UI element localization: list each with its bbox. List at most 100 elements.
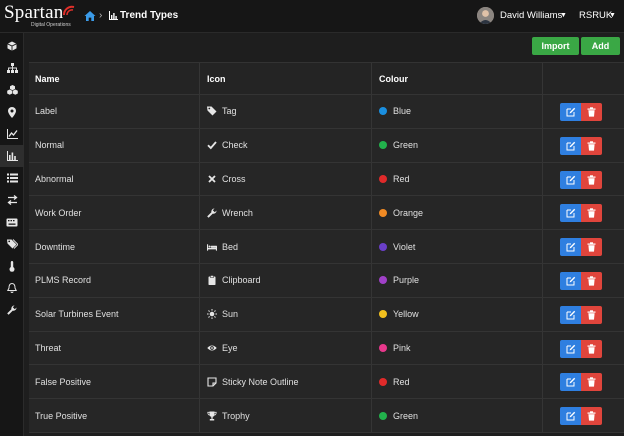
trend-type-colour-label: Orange [393, 207, 424, 218]
edit-button[interactable] [560, 103, 581, 121]
tags-icon [6, 239, 18, 249]
trend-type-name: True Positive [35, 410, 88, 421]
trend-type-name: PLMS Record [35, 275, 92, 286]
tag-icon [207, 106, 222, 116]
edit-icon [566, 411, 575, 421]
column-header-icon[interactable]: Icon [207, 63, 226, 94]
delete-button[interactable] [581, 271, 602, 290]
breadcrumb-separator-icon: › [99, 10, 103, 21]
edit-button[interactable] [560, 407, 581, 426]
table-row: True Positive Trophy Green [29, 399, 624, 433]
sidebar-item-trend-types[interactable] [0, 145, 24, 167]
sidebar-item-line-chart[interactable] [0, 123, 24, 145]
import-button[interactable]: Import [532, 37, 579, 55]
caret-down-icon[interactable]: ▼ [560, 11, 567, 21]
delete-button[interactable] [581, 238, 602, 257]
trend-type-colour-cell: Yellow [379, 298, 419, 331]
sitemap-icon [6, 63, 18, 73]
delete-button[interactable] [581, 136, 602, 155]
column-header-colour[interactable]: Colour [379, 63, 408, 94]
column-divider [542, 63, 543, 94]
list-icon [6, 173, 18, 183]
page-title: Trend Types [120, 10, 179, 21]
sidebar-item-sitemap[interactable] [0, 57, 24, 79]
trend-type-icon-cell: Cross [207, 163, 246, 196]
column-divider [542, 162, 543, 196]
row-actions [560, 136, 602, 155]
edit-icon [566, 107, 575, 117]
trash-icon [587, 276, 596, 286]
sidebar-item-cubes[interactable] [0, 79, 24, 101]
avatar[interactable] [477, 7, 494, 24]
edit-button[interactable] [560, 204, 581, 223]
trash-icon [587, 141, 596, 151]
bed-icon [207, 242, 222, 252]
sidebar-item-wrench[interactable] [0, 299, 24, 321]
table-body: Label Tag Blue Normal Check Green Abnormal Cros… [29, 95, 624, 433]
trend-type-name: Work Order [35, 207, 82, 218]
user-menu-label[interactable]: David Williams [500, 10, 562, 22]
edit-button[interactable] [560, 305, 581, 324]
edit-button[interactable] [560, 271, 581, 290]
column-divider [371, 128, 372, 162]
delete-button[interactable] [581, 339, 602, 358]
trend-type-colour-cell: Violet [379, 230, 415, 263]
colour-swatch [379, 310, 387, 319]
delete-button[interactable] [581, 103, 602, 121]
trend-type-name: Abnormal [35, 173, 74, 184]
cubes-icon [6, 85, 18, 95]
trend-type-icon-label: Sun [222, 309, 239, 320]
colour-swatch [379, 377, 387, 386]
trash-icon [587, 242, 596, 252]
logo[interactable]: Spartan Digital Operations [4, 3, 78, 29]
column-divider [199, 263, 200, 297]
edit-button[interactable] [560, 170, 581, 189]
caret-down-icon[interactable]: ▼ [609, 11, 616, 21]
table-row: Abnormal Cross Red [29, 162, 624, 197]
edit-button[interactable] [560, 136, 581, 155]
trend-type-colour-cell: Red [379, 365, 410, 398]
trend-type-name: Normal [35, 140, 65, 151]
logo-arc-icon [63, 5, 75, 16]
table-row: Normal Check Green [29, 128, 624, 163]
edit-button[interactable] [560, 339, 581, 358]
delete-button[interactable] [581, 373, 602, 392]
trend-type-icon-label: Bed [222, 241, 239, 252]
trend-type-colour-label: Purple [393, 275, 420, 286]
user-photo-icon [477, 7, 494, 24]
sidebar-item-cube[interactable] [0, 35, 24, 57]
delete-button[interactable] [581, 204, 602, 223]
trend-type-name: Downtime [35, 241, 76, 252]
colour-swatch [379, 242, 387, 251]
column-header-name[interactable]: Name [35, 63, 60, 94]
home-icon[interactable] [84, 10, 96, 22]
sticky-note-outline-icon [207, 377, 222, 387]
trend-type-icon-label: Tag [222, 106, 237, 117]
edit-icon [566, 276, 575, 286]
edit-icon [566, 310, 575, 320]
sidebar-item-exchange[interactable] [0, 189, 24, 211]
exchange-icon [6, 195, 18, 205]
row-actions [560, 204, 602, 223]
sidebar-item-bell[interactable] [0, 277, 24, 299]
delete-button[interactable] [581, 407, 602, 426]
check-icon [207, 140, 222, 150]
trend-type-icon-cell: Tag [207, 95, 237, 128]
org-menu-label[interactable]: RSRUK [579, 10, 612, 22]
sidebar-item-tags[interactable] [0, 233, 24, 255]
table-row: Solar Turbines Event Sun Yellow [29, 297, 624, 332]
column-divider [371, 399, 372, 432]
sidebar-item-thermometer[interactable] [0, 255, 24, 277]
column-divider [371, 331, 372, 365]
edit-button[interactable] [560, 238, 581, 257]
column-divider [199, 365, 200, 399]
delete-button[interactable] [581, 305, 602, 324]
add-button[interactable]: Add [581, 37, 620, 55]
sidebar-item-map-marker[interactable] [0, 101, 24, 123]
bar-chart-icon [109, 11, 118, 20]
edit-icon [566, 141, 575, 151]
edit-button[interactable] [560, 373, 581, 392]
delete-button[interactable] [581, 170, 602, 189]
sidebar-item-list[interactable] [0, 167, 24, 189]
sidebar-item-keyboard[interactable] [0, 211, 24, 233]
